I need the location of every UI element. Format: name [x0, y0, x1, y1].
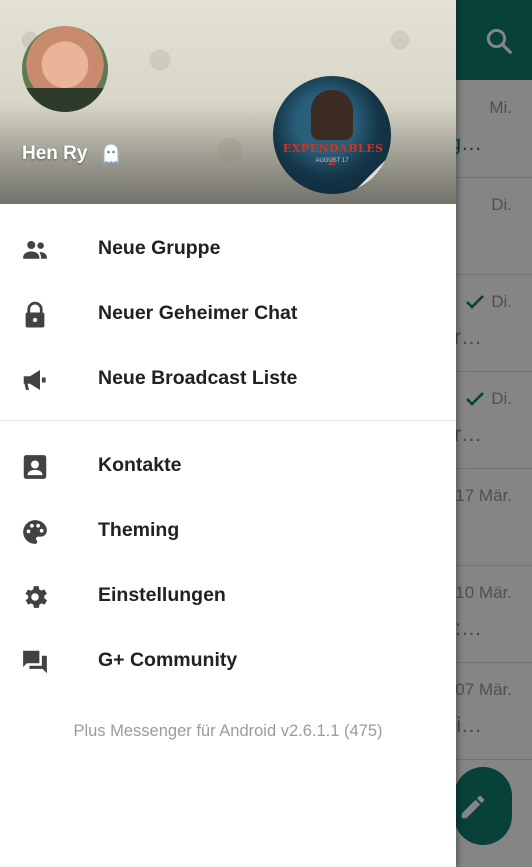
channel-avatar[interactable]: EXPENDABLES 2 AUGUST 17	[273, 76, 391, 194]
forum-icon	[20, 647, 50, 677]
gear-icon	[20, 582, 50, 612]
menu-label: Neue Broadcast Liste	[98, 367, 298, 389]
menu-label: Einstellungen	[98, 584, 226, 606]
menu-item-new-group[interactable]: Neue Gruppe	[0, 216, 456, 281]
menu-item-settings[interactable]: Einstellungen	[0, 563, 456, 628]
navigation-drawer: Hen Ry EXPENDABLES 2 AUGUST 17 Neue Grup…	[0, 0, 456, 867]
menu-label: G+ Community	[98, 649, 238, 671]
drawer-header: Hen Ry EXPENDABLES 2 AUGUST 17	[0, 0, 456, 204]
menu-item-new-broadcast[interactable]: Neue Broadcast Liste	[0, 346, 456, 411]
menu-label: Neuer Geheimer Chat	[98, 302, 298, 324]
menu-label: Neue Gruppe	[98, 237, 221, 259]
menu-item-theming[interactable]: Theming	[0, 498, 456, 563]
ghost-icon	[99, 142, 123, 166]
menu-item-new-secret-chat[interactable]: Neuer Geheimer Chat	[0, 281, 456, 346]
palette-icon	[20, 517, 50, 547]
app-version-text: Plus Messenger für Android v2.6.1.1 (475…	[73, 722, 383, 740]
menu-label: Kontakte	[98, 454, 182, 476]
profile-avatar[interactable]	[22, 26, 108, 112]
lock-icon	[20, 300, 50, 330]
megaphone-icon	[20, 365, 50, 395]
menu-divider	[0, 420, 456, 421]
profile-name-row: Hen Ry	[22, 142, 123, 166]
profile-name: Hen Ry	[22, 143, 88, 165]
menu-item-contacts[interactable]: Kontakte	[0, 433, 456, 498]
group-icon	[20, 235, 50, 265]
menu-label: Theming	[98, 519, 180, 541]
contact-card-icon	[20, 452, 50, 482]
menu-item-community[interactable]: G+ Community	[0, 628, 456, 693]
